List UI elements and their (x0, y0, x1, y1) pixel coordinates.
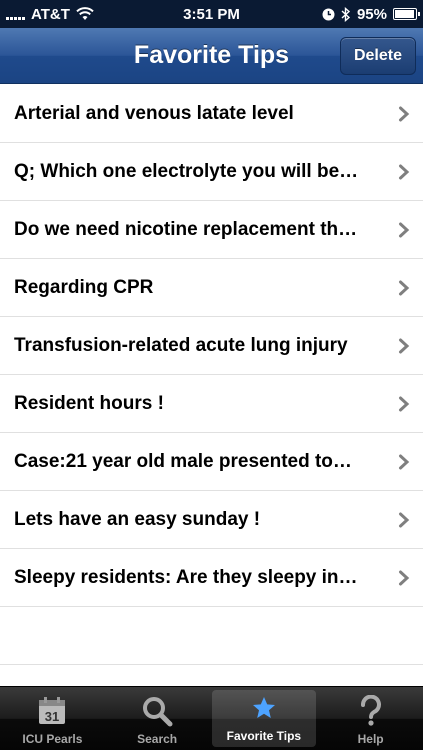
bluetooth-icon (341, 6, 351, 22)
delete-button[interactable]: Delete (339, 37, 416, 75)
chevron-right-icon (399, 396, 410, 412)
list-item-title: Lets have an easy sunday ! (14, 508, 261, 530)
tab-help[interactable]: Help (318, 687, 423, 750)
empty-row (0, 607, 423, 665)
list-item[interactable]: Resident hours ! (0, 375, 423, 433)
list-item[interactable]: Q; Which one electrolyte you will be… (0, 143, 423, 201)
tab-label: ICU Pearls (22, 732, 83, 746)
status-right: 95% (322, 5, 420, 23)
tab-label: Search (137, 732, 178, 746)
status-left: AT&T (6, 6, 94, 23)
favorite-tips-list: Arterial and venous latate level Q; Which… (0, 85, 423, 723)
page-title: Favorite Tips (133, 41, 290, 69)
list-item-title: Case:21 year old male presented to… (14, 450, 352, 472)
calendar-icon: 31 (35, 694, 69, 728)
chevron-right-icon (399, 222, 410, 238)
list-item-title: Regarding CPR (14, 276, 154, 298)
list-item-title: Resident hours ! (14, 392, 164, 414)
chevron-right-icon (399, 106, 410, 122)
list-item[interactable]: Regarding CPR (0, 259, 423, 317)
battery-percent: 95% (356, 5, 387, 23)
list-item-title: Transfusion-related acute lung injury (14, 334, 348, 356)
tab-bar: 31 ICU Pearls Search Favorite Tips Help (0, 686, 423, 750)
wifi-icon (76, 7, 94, 20)
battery-icon (393, 8, 420, 20)
tab-search[interactable]: Search (105, 687, 210, 750)
navigation-bar: Favorite Tips Delete (0, 28, 423, 84)
tab-label: Help (357, 732, 384, 746)
list-item-title: Sleepy residents: Are they sleepy in… (14, 566, 358, 588)
list-item[interactable]: Sleepy residents: Are they sleepy in… (0, 549, 423, 607)
tab-icu-pearls[interactable]: 31 ICU Pearls (0, 687, 105, 750)
signal-icon (6, 8, 25, 20)
chevron-right-icon (399, 570, 410, 586)
question-icon (354, 694, 388, 728)
tab-favorite-tips[interactable]: Favorite Tips (211, 690, 317, 747)
status-bar: AT&T 3:51 PM 95% (0, 0, 423, 28)
list-item[interactable]: Arterial and venous latate level (0, 85, 423, 143)
list-item-title: Do we need nicotine replacement th… (14, 218, 358, 240)
list-item[interactable]: Do we need nicotine replacement th… (0, 201, 423, 259)
chevron-right-icon (399, 512, 410, 528)
carrier-label: AT&T (31, 5, 70, 23)
chevron-right-icon (399, 164, 410, 180)
magnifier-icon (140, 694, 174, 728)
list-item[interactable]: Lets have an easy sunday ! (0, 491, 423, 549)
star-icon (247, 691, 281, 725)
list-item[interactable]: Case:21 year old male presented to… (0, 433, 423, 491)
list-item-title: Arterial and venous latate level (14, 102, 294, 124)
chevron-right-icon (399, 454, 410, 470)
list-item-title: Q; Which one electrolyte you will be… (14, 160, 359, 182)
chevron-right-icon (399, 338, 410, 354)
calendar-day-label: 31 (45, 709, 59, 724)
chevron-right-icon (399, 280, 410, 296)
tab-label: Favorite Tips (226, 729, 302, 743)
battery-fill (395, 10, 414, 18)
clock-icon (322, 8, 335, 20)
list-item[interactable]: Transfusion-related acute lung injury (0, 317, 423, 375)
